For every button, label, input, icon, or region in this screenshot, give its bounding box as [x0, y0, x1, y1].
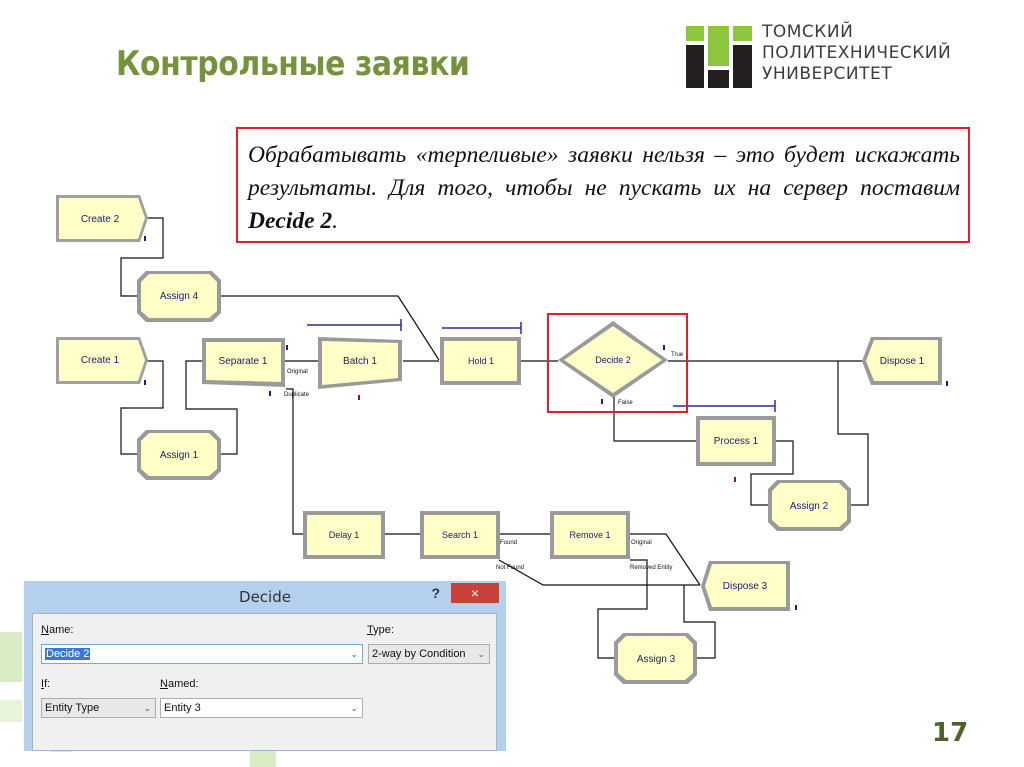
type-label: Type: [367, 624, 394, 636]
label-text: f: [44, 678, 51, 690]
port-label: Not Found [496, 565, 524, 571]
module-assign-3[interactable]: Assign 3 [614, 633, 697, 684]
if-label: If: [41, 678, 50, 690]
module-label: Search 1 [442, 530, 478, 540]
port-label: True [671, 352, 684, 358]
module-assign-4[interactable]: Assign 4 [137, 271, 221, 322]
label-text: amed: [167, 678, 199, 690]
module-label: Separate 1 [219, 356, 268, 367]
connector [286, 388, 303, 535]
close-button[interactable]: × [451, 583, 499, 603]
module-label: Batch 1 [343, 356, 377, 367]
module-label: Dispose 3 [723, 581, 768, 592]
module-label: Assign 3 [637, 654, 676, 665]
chevron-down-icon[interactable]: ⌄ [350, 699, 358, 717]
module-dispose-3[interactable]: Dispose 3 [701, 561, 790, 611]
module-batch-1[interactable]: Batch 1 [318, 337, 402, 389]
module-process-1[interactable]: Process 1 [696, 416, 776, 466]
module-search-1[interactable]: Search 1 [420, 511, 500, 559]
module-label: Assign 1 [160, 450, 199, 461]
label-text: ype: [373, 624, 394, 636]
module-hold-1[interactable]: Hold 1 [440, 337, 521, 385]
port-label: Original [631, 540, 652, 546]
named-label: Named: [160, 678, 199, 690]
counter-markers [144, 236, 948, 610]
if-select[interactable]: Entity Type ⌄ [41, 698, 156, 718]
label-text: ame: [48, 624, 74, 636]
connector [498, 559, 700, 586]
accelerator: N [41, 624, 49, 636]
named-value: Entity 3 [164, 702, 201, 714]
module-create-2[interactable]: Create 2 [56, 195, 148, 242]
chevron-down-icon[interactable]: ⌄ [350, 645, 358, 663]
module-label: Assign 4 [160, 291, 199, 302]
help-button[interactable]: ? [431, 585, 440, 601]
named-combobox[interactable]: Entity 3 ⌄ [160, 698, 363, 718]
port-label: False [618, 400, 633, 406]
module-label: Process 1 [714, 436, 759, 447]
module-assign-2[interactable]: Assign 2 [768, 480, 851, 531]
module-label: Hold 1 [468, 356, 494, 366]
module-separate-1[interactable]: Separate 1 [202, 338, 285, 387]
name-label: Name: [41, 624, 73, 636]
accelerator: N [160, 678, 168, 690]
module-label: Assign 2 [790, 501, 829, 512]
module-label: Create 1 [81, 355, 120, 366]
module-label: Dispose 1 [880, 356, 925, 367]
decide-dialog: Decide ? × Name: Type: Decide 2 ⌄ 2-way … [24, 581, 506, 751]
port-label: Removed Entity [630, 565, 672, 571]
chevron-down-icon[interactable]: ⌄ [477, 645, 485, 663]
module-delay-1[interactable]: Delay 1 [303, 511, 385, 559]
type-value: 2-way by Condition [372, 648, 466, 660]
module-label: Decide 2 [595, 355, 631, 365]
module-label: Delay 1 [329, 530, 360, 540]
dialog-body: Name: Type: Decide 2 ⌄ 2-way by Conditio… [32, 613, 497, 751]
name-value: Decide 2 [45, 648, 91, 660]
type-select[interactable]: 2-way by Condition ⌄ [368, 644, 490, 664]
module-dispose-1[interactable]: Dispose 1 [862, 337, 942, 385]
chevron-down-icon[interactable]: ⌄ [143, 699, 151, 717]
module-assign-1[interactable]: Assign 1 [137, 430, 221, 480]
name-combobox[interactable]: Decide 2 ⌄ [41, 644, 363, 664]
module-decide-2[interactable]: Decide 2 [558, 321, 668, 398]
module-remove-1[interactable]: Remove 1 [550, 511, 630, 559]
port-label: Found [500, 540, 517, 546]
page-number: 17 [932, 718, 969, 748]
module-label: Create 2 [81, 214, 120, 225]
port-label: Original [287, 369, 308, 375]
module-label: Remove 1 [569, 530, 610, 540]
port-label: Duplicate [284, 392, 310, 398]
module-create-1[interactable]: Create 1 [56, 337, 148, 384]
if-value: Entity Type [45, 702, 100, 714]
